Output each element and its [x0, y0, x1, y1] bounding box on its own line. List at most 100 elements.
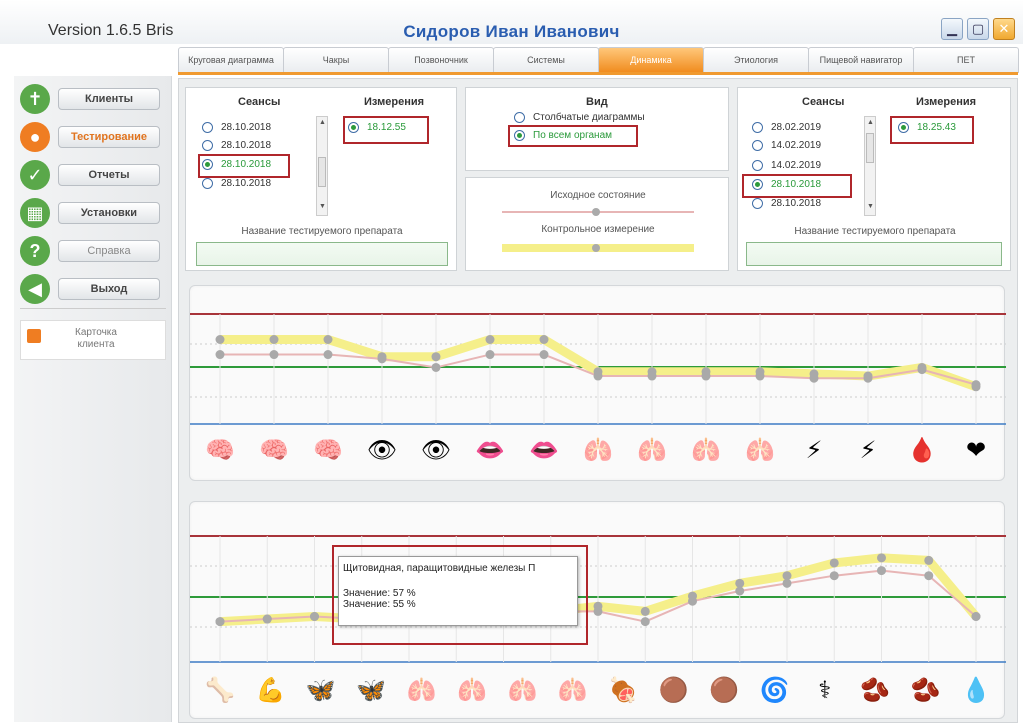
initial-data-point[interactable] — [863, 373, 873, 383]
initial-data-point[interactable] — [917, 365, 927, 375]
session-item[interactable]: 14.02.2019 — [752, 160, 821, 171]
initial-data-point[interactable] — [924, 571, 934, 581]
initial-data-point[interactable] — [431, 362, 441, 372]
initial-data-point[interactable] — [688, 596, 697, 606]
sinus-icon[interactable]: 🫁 — [637, 436, 667, 464]
tab-systems[interactable]: Системы — [493, 47, 599, 73]
minimize-icon[interactable]: ▁ — [941, 18, 963, 40]
lung-icon[interactable]: 🫁 — [457, 676, 487, 704]
sidebar-item-testing[interactable]: ● Тестирование — [20, 122, 168, 152]
tab-pet[interactable]: ПЕТ — [913, 47, 1019, 73]
initial-data-point[interactable] — [640, 617, 650, 627]
heart-icon[interactable]: ❤ — [966, 436, 986, 464]
sinus-icon[interactable]: 🫁 — [583, 436, 613, 464]
stomach-icon[interactable]: 🍖 — [608, 675, 638, 705]
initial-state-knob[interactable] — [592, 208, 600, 216]
initial-data-point[interactable] — [809, 373, 819, 383]
control-data-point[interactable] — [215, 335, 225, 344]
drug-input[interactable] — [746, 242, 1002, 266]
uterus-icon[interactable]: ⚕ — [818, 676, 831, 704]
session-item[interactable]: 28.10.2018 — [752, 198, 821, 209]
session-item[interactable]: 28.10.2018 — [202, 140, 271, 151]
initial-data-point[interactable] — [539, 350, 549, 360]
initial-data-point[interactable] — [377, 354, 387, 364]
spine-icon[interactable]: 🦴 — [205, 675, 235, 704]
session-item[interactable]: 28.10.2018 — [202, 122, 271, 133]
scroll-up-icon[interactable]: ▲ — [319, 119, 326, 126]
control-data-point[interactable] — [640, 606, 650, 616]
liver-icon[interactable]: 🟤 — [709, 676, 739, 704]
maximize-icon[interactable]: ▢ — [967, 18, 989, 40]
initial-data-point[interactable] — [323, 350, 333, 360]
initial-data-point[interactable] — [269, 350, 279, 360]
lung-icon[interactable]: 🫁 — [407, 676, 437, 704]
kidney-icon[interactable]: 🫘 — [911, 675, 941, 704]
view-option[interactable]: Столбчатые диаграммы — [514, 112, 645, 123]
radio-button[interactable] — [752, 122, 763, 133]
thyroid-icon[interactable]: 🦋 — [306, 676, 336, 704]
scroll-thumb[interactable] — [866, 133, 874, 163]
initial-data-point[interactable] — [593, 606, 603, 616]
radio-button[interactable] — [202, 140, 213, 151]
sidebar-item-reports[interactable]: ✓ Отчеты — [20, 160, 168, 190]
control-data-point[interactable] — [323, 335, 333, 344]
session-item[interactable]: 14.02.2019 — [752, 140, 821, 151]
radio-button[interactable] — [752, 160, 763, 171]
control-data-point[interactable] — [829, 558, 839, 568]
session-item[interactable]: 28.10.2018 — [202, 178, 271, 189]
lung-icon[interactable]: 🫁 — [507, 676, 537, 704]
tab-circular-diagram[interactable]: Круговая диаграмма — [178, 47, 284, 73]
sidebar-item-exit[interactable]: ◀ Выход — [20, 274, 168, 304]
initial-data-point[interactable] — [829, 571, 839, 581]
mouth-icon[interactable]: 👄 — [529, 436, 559, 464]
throat-icon[interactable]: 🫁 — [745, 436, 775, 464]
initial-data-point[interactable] — [215, 617, 225, 627]
initial-data-point[interactable] — [971, 380, 981, 390]
tab-food-navigator[interactable]: Пищевой навигатор — [808, 47, 914, 73]
initial-data-point[interactable] — [310, 612, 319, 621]
eye-icon[interactable]: 👁 — [421, 436, 451, 464]
session-item[interactable]: 28.02.2019 — [752, 122, 821, 133]
control-data-point[interactable] — [539, 335, 549, 344]
eye-icon[interactable]: 👁 — [367, 436, 397, 464]
initial-data-point[interactable] — [647, 371, 657, 381]
radio-button[interactable] — [202, 178, 213, 189]
initial-data-point[interactable] — [701, 371, 711, 381]
initial-data-point[interactable] — [485, 350, 495, 360]
scroll-up-icon[interactable]: ▲ — [867, 119, 874, 126]
intestine-icon[interactable]: 🌀 — [759, 675, 789, 704]
thyroid-icon[interactable]: 🦋 — [356, 676, 386, 704]
scroll-down-icon[interactable]: ▼ — [867, 203, 874, 210]
scrollbar[interactable]: ▲ ▼ — [316, 116, 328, 216]
drug-input[interactable] — [196, 242, 448, 266]
control-data-point[interactable] — [877, 553, 886, 563]
nerve-icon[interactable]: ⚡ — [806, 436, 823, 464]
brain-icon[interactable]: 🧠 — [313, 436, 343, 464]
control-data-point[interactable] — [431, 352, 441, 362]
sidebar-item-settings[interactable]: ▦ Установки — [20, 198, 168, 228]
radio-button[interactable] — [752, 198, 763, 209]
initial-data-point[interactable] — [971, 612, 981, 621]
radio-button[interactable] — [514, 112, 525, 123]
vessel-icon[interactable]: 🩸 — [907, 436, 937, 464]
initial-data-point[interactable] — [782, 578, 792, 588]
initial-data-point[interactable] — [262, 614, 272, 624]
tab-etiology[interactable]: Этиология — [703, 47, 809, 73]
control-measurement-knob[interactable] — [592, 244, 600, 252]
scroll-thumb[interactable] — [318, 157, 326, 187]
liver-icon[interactable]: 🟤 — [659, 676, 689, 704]
initial-data-point[interactable] — [735, 586, 745, 596]
nerve-icon[interactable]: ⚡ — [860, 436, 877, 464]
scrollbar[interactable]: ▲ ▼ — [864, 116, 876, 216]
scroll-down-icon[interactable]: ▼ — [319, 203, 326, 210]
sidebar-item-clients[interactable]: ✝ Клиенты — [20, 84, 168, 114]
sidebar-item-help[interactable]: ? Справка — [20, 236, 168, 266]
muscle-icon[interactable]: 💪 — [255, 676, 285, 704]
close-icon[interactable]: ✕ — [993, 18, 1015, 40]
control-data-point[interactable] — [269, 335, 279, 344]
mouth-icon[interactable]: 👄 — [475, 436, 505, 464]
radio-button[interactable] — [752, 140, 763, 151]
initial-data-point[interactable] — [755, 371, 765, 381]
tab-spine[interactable]: Позвоночник — [388, 47, 494, 73]
control-data-point[interactable] — [924, 555, 934, 565]
